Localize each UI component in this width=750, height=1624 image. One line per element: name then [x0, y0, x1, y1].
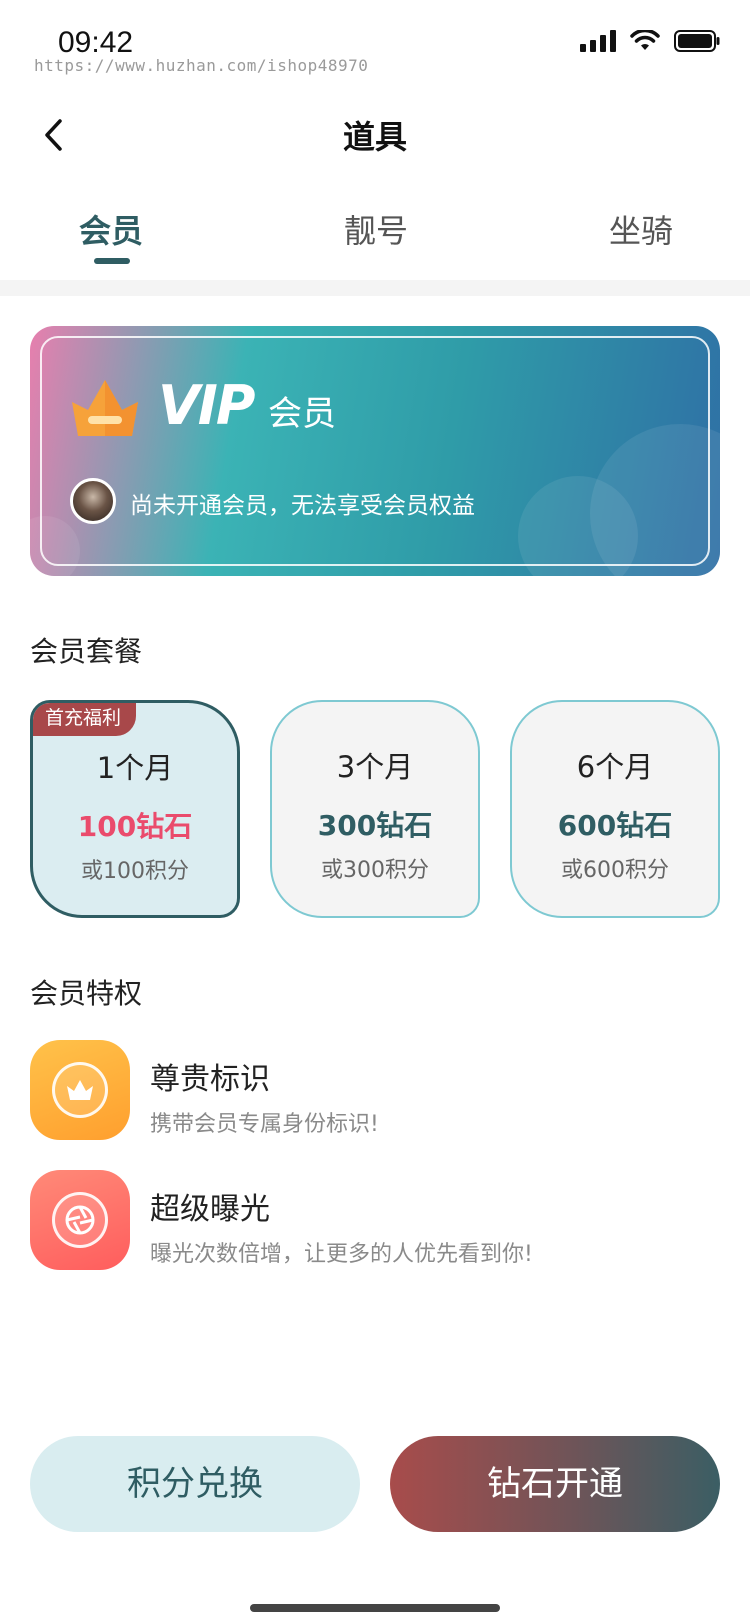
wifi-icon: [630, 30, 660, 50]
tab-indicator: [94, 258, 130, 264]
privilege-desc: 携带会员专属身份标识!: [150, 1112, 379, 1137]
status-bar: 09:42 https://www.huzhan.com/ishop48970: [0, 0, 750, 90]
home-indicator: [250, 1604, 500, 1612]
status-time: 09:42: [58, 26, 134, 59]
privilege-desc: 曝光次数倍增，让更多的人优先看到你!: [150, 1242, 533, 1267]
vip-logo: VIP: [158, 374, 255, 437]
privileges-section-title: 会员特权: [30, 977, 143, 1010]
vip-label: 会员: [268, 394, 336, 434]
points-exchange-button[interactable]: 积分兑换: [30, 1436, 360, 1532]
vip-status-text: 尚未开通会员，无法享受会员权益: [130, 493, 475, 519]
battery-icon: [674, 30, 720, 52]
plan-card-1-month[interactable]: 首充福利 1个月 100钻石 或100积分: [30, 700, 240, 918]
plans-section-title: 会员套餐: [30, 635, 143, 668]
camera-shutter-icon: [30, 1170, 130, 1270]
page-title: 道具: [342, 118, 407, 156]
plan-price: 100钻石: [77, 810, 193, 843]
plan-name: 1个月: [96, 751, 174, 785]
tab-bar: 会员 靓号 坐骑: [0, 196, 750, 276]
vip-card: VIP 会员 尚未开通会员，无法享受会员权益: [30, 326, 720, 576]
plan-price: 300钻石: [317, 809, 433, 842]
diamond-activate-button[interactable]: 钻石开通: [390, 1436, 720, 1532]
status-icons: [580, 30, 720, 52]
plan-price: 600钻石: [557, 809, 673, 842]
tab-member[interactable]: 会员: [31, 206, 191, 252]
plan-name: 3个月: [336, 750, 414, 784]
nav-bar: 道具: [0, 100, 750, 170]
tab-number[interactable]: 靓号: [296, 206, 456, 252]
plan-alt-price: 或100积分: [81, 859, 189, 884]
plan-card-6-months[interactable]: 6个月 600钻石 或600积分: [510, 700, 720, 918]
privilege-title: 超级曝光: [150, 1192, 270, 1227]
plan-card-3-months[interactable]: 3个月 300钻石 或300积分: [270, 700, 480, 918]
crown-icon: [72, 380, 138, 436]
section-divider: [0, 280, 750, 296]
first-recharge-badge: 首充福利: [33, 703, 136, 736]
vip-card-border: [40, 336, 710, 566]
avatar: [70, 478, 116, 524]
tab-mount[interactable]: 坐骑: [561, 206, 721, 252]
watermark-text: https://www.huzhan.com/ishop48970: [34, 56, 369, 75]
plan-alt-price: 或300积分: [321, 858, 429, 883]
privilege-title: 尊贵标识: [150, 1062, 270, 1097]
crown-badge-icon: [30, 1040, 130, 1140]
plan-alt-price: 或600积分: [561, 858, 669, 883]
signal-icon: [580, 30, 616, 52]
plan-name: 6个月: [576, 750, 654, 784]
